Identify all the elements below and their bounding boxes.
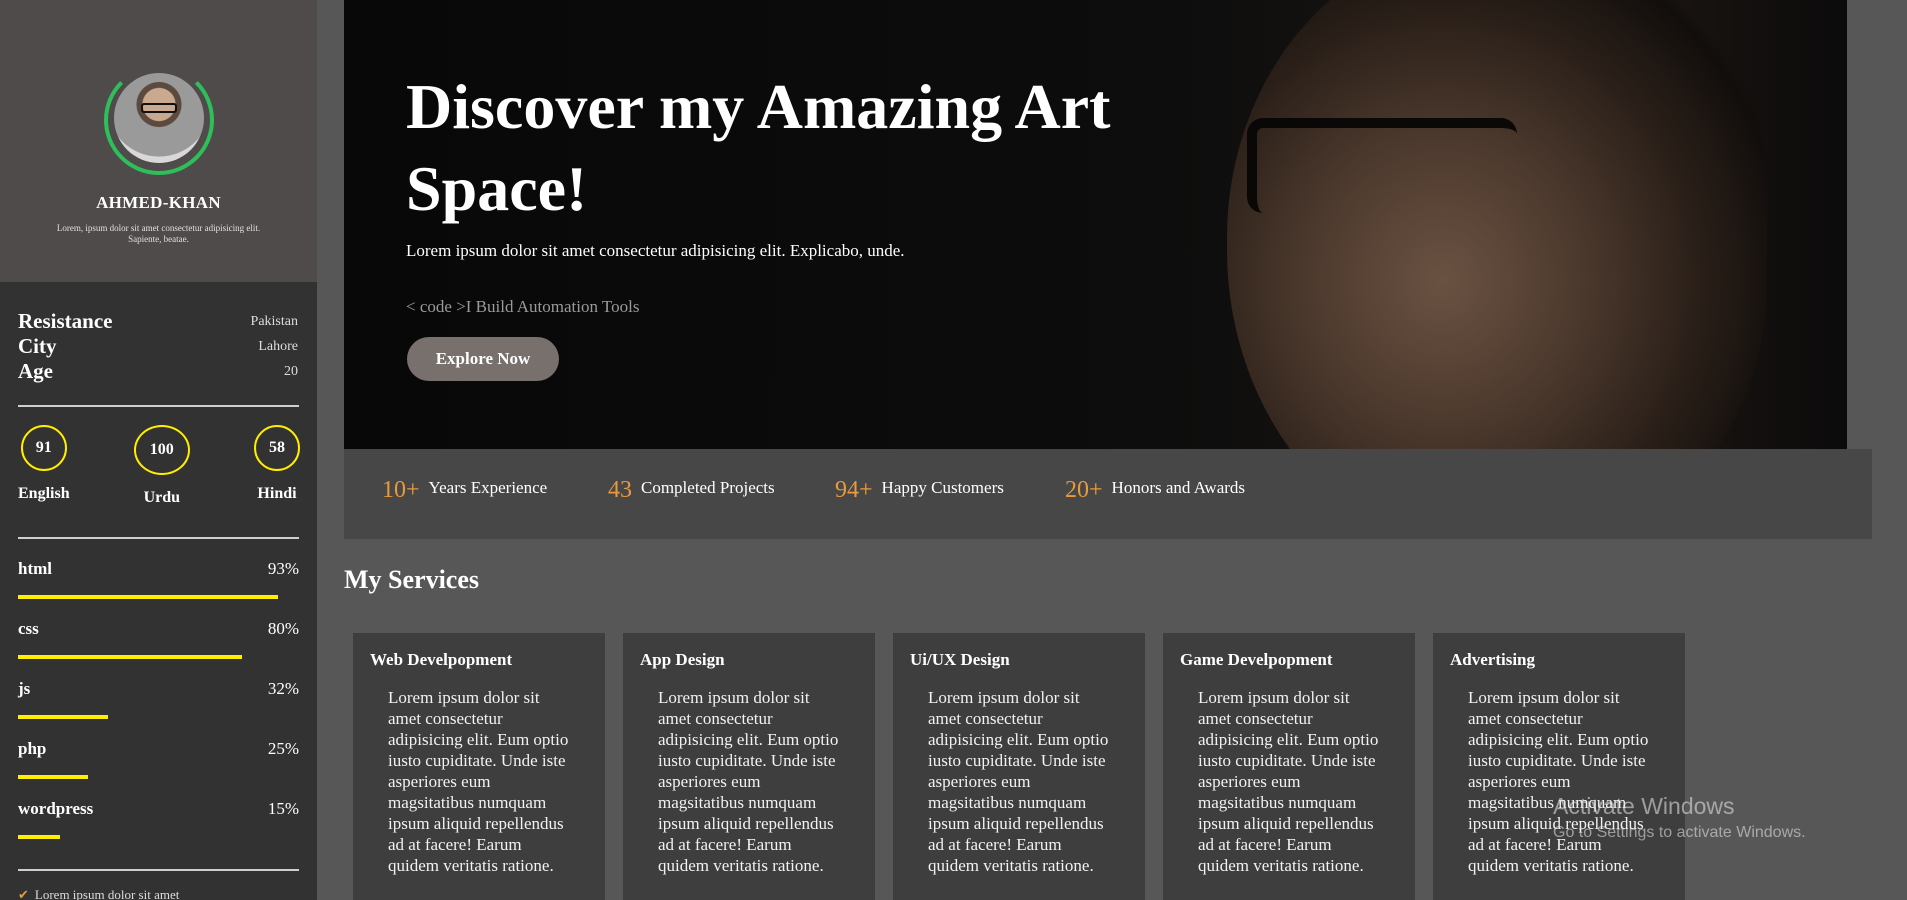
service-card-title: Web Develpopment bbox=[370, 650, 513, 669]
language-english-score: 91 bbox=[20, 425, 67, 471]
stat-label: Years Experience bbox=[428, 478, 548, 497]
avatar-ring bbox=[103, 65, 214, 175]
explore-now-button[interactable]: Explore Now bbox=[407, 337, 559, 381]
hero-typing-text: < code >I Build Automation Tools bbox=[406, 297, 640, 316]
hero-title: Discover my Amazing Art Space! bbox=[406, 71, 1111, 224]
skill-name: php bbox=[18, 739, 47, 758]
language-urdu: 100 Urdu bbox=[133, 425, 190, 537]
skill-js: js 32% bbox=[18, 679, 299, 739]
info-label-residence: Resistance bbox=[18, 309, 113, 333]
stat-number: 43 bbox=[608, 477, 632, 503]
language-english-name: English bbox=[18, 485, 70, 502]
skill-progress-fill bbox=[18, 775, 88, 779]
hero-portrait-glasses bbox=[1247, 118, 1517, 213]
skill-percent: 25% bbox=[267, 739, 299, 758]
language-hindi-name: Hindi bbox=[257, 485, 297, 502]
windows-activation-watermark: Activate Windows Go to Settings to activ… bbox=[1553, 793, 1806, 842]
service-card-advertising[interactable]: Advertising Lorem ipsum dolor sit amet c… bbox=[1433, 633, 1685, 900]
service-card-game-development[interactable]: Game Develpopment Lorem ipsum dolor sit … bbox=[1163, 633, 1415, 900]
skill-wordpress: wordpress 15% bbox=[18, 799, 299, 859]
language-hindi-score: 58 bbox=[254, 425, 300, 471]
service-card-title: Ui/UX Design bbox=[910, 650, 1010, 669]
stat-years-experience: 10+ Years Experience bbox=[382, 477, 547, 504]
skill-progress-track bbox=[18, 595, 298, 599]
service-card-text: Lorem ipsum dolor sit amet consectetur a… bbox=[1468, 688, 1649, 875]
service-card-text: Lorem ipsum dolor sit amet consectetur a… bbox=[658, 688, 839, 875]
stat-number: 10+ bbox=[382, 477, 420, 503]
sidebar: AHMED-KHAN Lorem, ipsum dolor sit amet c… bbox=[0, 0, 317, 900]
services-list: Web Develpopment Lorem ipsum dolor sit a… bbox=[353, 633, 1685, 900]
hero-banner: Discover my Amazing Art Space! Lorem ips… bbox=[344, 0, 1847, 449]
language-urdu-score: 100 bbox=[133, 425, 190, 475]
watermark-title: Activate Windows bbox=[1553, 793, 1735, 819]
skill-percent: 80% bbox=[267, 619, 299, 638]
stat-number: 94+ bbox=[835, 477, 873, 503]
skill-name: css bbox=[18, 619, 39, 638]
skill-progress-track bbox=[18, 655, 298, 659]
info-label-city: City bbox=[18, 334, 57, 358]
skill-progress-fill bbox=[18, 715, 108, 719]
skill-percent: 93% bbox=[267, 559, 299, 578]
sidebar-footer-text: Lorem ipsum dolor sit amet bbox=[34, 887, 180, 900]
stat-label: Completed Projects bbox=[641, 478, 775, 497]
service-card-title: Game Develpopment bbox=[1180, 650, 1333, 669]
stats-bar: 10+ Years Experience 43 Completed Projec… bbox=[344, 449, 1872, 539]
service-card-text: Lorem ipsum dolor sit amet consectetur a… bbox=[1198, 688, 1379, 875]
avatar bbox=[113, 73, 204, 163]
skill-progress-fill bbox=[18, 655, 242, 659]
skill-progress-track bbox=[18, 835, 298, 839]
language-hindi: 58 Hindi bbox=[254, 425, 300, 537]
info-values: Pakistan Lahore 20 bbox=[251, 309, 298, 384]
skill-percent: 15% bbox=[267, 799, 299, 818]
info-value-residence: Pakistan bbox=[250, 314, 298, 329]
profile-name: AHMED-KHAN bbox=[96, 193, 221, 212]
info-label-age: Age bbox=[18, 359, 53, 383]
service-card-text: Lorem ipsum dolor sit amet consectetur a… bbox=[928, 688, 1109, 875]
skill-php: php 25% bbox=[18, 739, 299, 799]
language-skills: 91 English 100 Urdu 58 Hindi bbox=[0, 407, 317, 537]
skill-progress-track bbox=[18, 715, 298, 719]
service-card-title: App Design bbox=[640, 650, 725, 669]
service-card-title: Advertising bbox=[1450, 650, 1535, 669]
language-english: 91 English bbox=[18, 425, 70, 537]
language-urdu-name: Urdu bbox=[143, 489, 181, 506]
skill-name: html bbox=[18, 559, 52, 578]
profile-card: AHMED-KHAN Lorem, ipsum dolor sit amet c… bbox=[0, 0, 317, 282]
skill-progress-track bbox=[18, 775, 298, 779]
skill-progress-fill bbox=[18, 835, 60, 839]
skill-html: html 93% bbox=[18, 559, 299, 619]
stat-label: Honors and Awards bbox=[1111, 478, 1246, 497]
skill-css: css 80% bbox=[18, 619, 299, 679]
service-card-ui-ux-design[interactable]: Ui/UX Design Lorem ipsum dolor sit amet … bbox=[893, 633, 1145, 900]
check-icon: ✔ bbox=[18, 887, 29, 900]
skill-name: js bbox=[18, 679, 31, 698]
avatar-glasses bbox=[140, 103, 177, 113]
stat-number: 20+ bbox=[1065, 477, 1103, 503]
services-heading: My Services bbox=[344, 565, 480, 594]
info-value-age: 20 bbox=[284, 364, 298, 379]
skill-percent: 32% bbox=[267, 679, 299, 698]
info-value-city: Lahore bbox=[258, 339, 298, 354]
stat-honors-awards: 20+ Honors and Awards bbox=[1065, 477, 1245, 504]
stat-completed-projects: 43 Completed Projects bbox=[608, 477, 775, 504]
stat-happy-customers: 94+ Happy Customers bbox=[835, 477, 1004, 504]
personal-info: Resistance City Age Pakistan Lahore 20 bbox=[0, 309, 317, 405]
info-labels: Resistance City Age bbox=[18, 309, 112, 384]
skill-bars: html 93% css 80% js 32% php 25% wordpres… bbox=[0, 539, 317, 859]
skill-name: wordpress bbox=[18, 799, 94, 818]
service-card-web-development[interactable]: Web Develpopment Lorem ipsum dolor sit a… bbox=[353, 633, 605, 900]
profile-bio: Lorem, ipsum dolor sit amet consectetur … bbox=[56, 223, 261, 244]
sidebar-footer: ✔ Lorem ipsum dolor sit amet bbox=[18, 869, 299, 900]
skill-progress-fill bbox=[18, 595, 279, 599]
service-card-text: Lorem ipsum dolor sit amet consectetur a… bbox=[388, 688, 569, 875]
hero-portrait-image bbox=[1227, 0, 1767, 449]
service-card-app-design[interactable]: App Design Lorem ipsum dolor sit amet co… bbox=[623, 633, 875, 900]
watermark-subtitle: Go to Settings to activate Windows. bbox=[1553, 824, 1806, 841]
hero-subtitle: Lorem ipsum dolor sit amet consectetur a… bbox=[406, 241, 905, 260]
stat-label: Happy Customers bbox=[881, 478, 1004, 497]
